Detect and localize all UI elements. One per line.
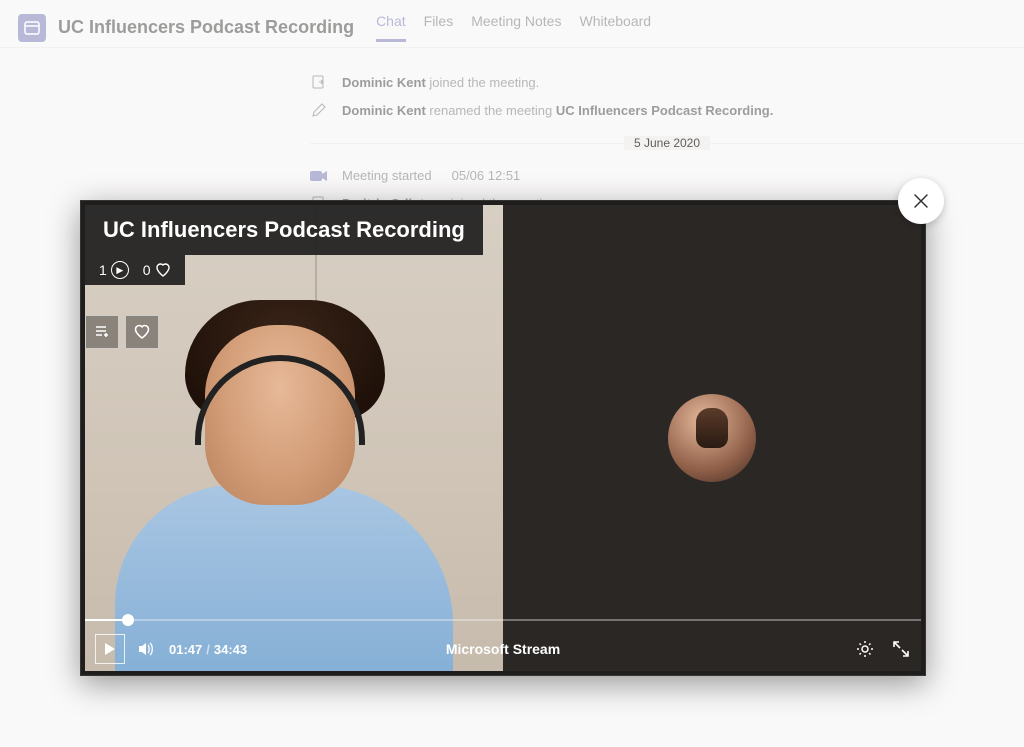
play-count-icon: ▶ [111, 261, 129, 279]
video-stats: 1▶ 0 [85, 255, 185, 285]
speaker-icon [137, 640, 155, 658]
current-time: 01:47 [169, 642, 202, 657]
view-count: 1 [99, 262, 107, 278]
video-player: UC Influencers Podcast Recording 1▶ 0 [80, 200, 926, 676]
close-icon [912, 192, 930, 210]
play-icon [104, 642, 116, 656]
duration: 34:43 [214, 642, 247, 657]
play-button[interactable] [95, 634, 125, 664]
gear-icon [855, 639, 875, 659]
settings-button[interactable] [855, 639, 875, 659]
heart-icon [133, 323, 151, 341]
add-to-list-button[interactable] [85, 315, 119, 349]
volume-button[interactable] [137, 640, 155, 658]
video-action-buttons [85, 315, 159, 349]
like-button[interactable] [125, 315, 159, 349]
fullscreen-button[interactable] [891, 639, 911, 659]
avatar [668, 394, 756, 482]
heart-icon [155, 262, 171, 278]
video-modal-overlay: UC Influencers Podcast Recording 1▶ 0 [0, 0, 1024, 747]
video-title: UC Influencers Podcast Recording [85, 205, 483, 255]
player-controls: 01:47/34:43 Microsoft Stream [85, 623, 921, 671]
video-participant-secondary [503, 205, 921, 671]
list-add-icon [93, 323, 111, 341]
progress-bar[interactable] [85, 619, 921, 621]
close-button[interactable] [898, 178, 944, 224]
like-count: 0 [143, 262, 151, 278]
fullscreen-icon [891, 639, 911, 659]
time-display: 01:47/34:43 [169, 642, 247, 657]
